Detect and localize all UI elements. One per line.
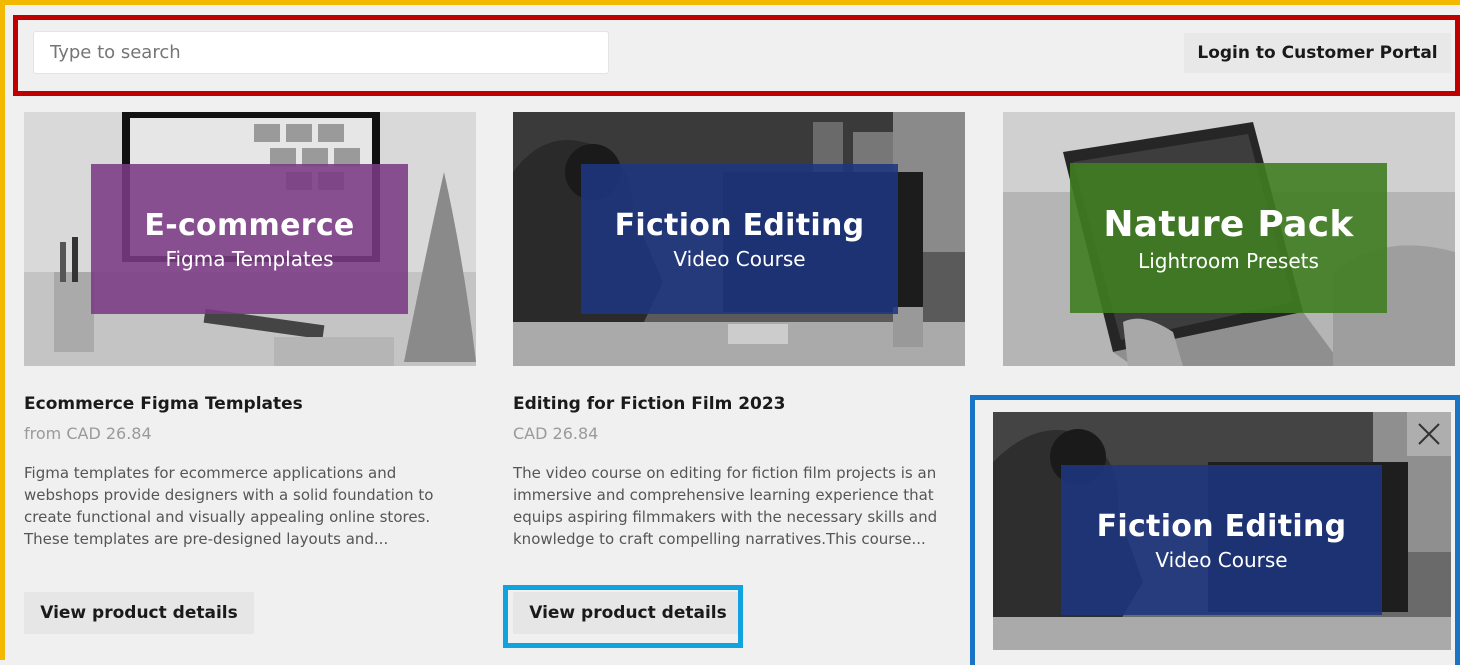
product-card-fiction-editing: Fiction Editing Video Course Editing for… (513, 112, 965, 634)
thumbnail-overlay: E-commerce Figma Templates (91, 164, 408, 314)
thumbnail-overlay: Nature Pack Lightroom Presets (1070, 163, 1387, 313)
product-thumbnail[interactable]: Fiction Editing Video Course (513, 112, 965, 366)
preview-popup[interactable]: Fiction Editing Video Course (993, 412, 1451, 650)
login-customer-portal-button[interactable]: Login to Customer Portal (1184, 33, 1451, 73)
thumbnail-subtitle: Lightroom Presets (1138, 248, 1319, 273)
product-name[interactable]: Editing for Fiction Film 2023 (513, 394, 786, 414)
view-product-details-button[interactable]: View product details (513, 592, 743, 634)
product-card-nature-pack: Nature Pack Lightroom Presets (1003, 112, 1455, 366)
thumbnail-title: E-commerce (144, 207, 355, 243)
product-thumbnail[interactable]: E-commerce Figma Templates (24, 112, 476, 366)
product-card-ecommerce: E-commerce Figma Templates Ecommerce Fig… (24, 112, 476, 634)
product-price: from CAD 26.84 (24, 424, 152, 443)
product-description: The video course on editing for fiction … (513, 464, 938, 548)
close-icon[interactable] (1407, 412, 1451, 456)
thumbnail-subtitle: Figma Templates (165, 246, 334, 271)
product-price: CAD 26.84 (513, 424, 599, 443)
product-name[interactable]: Ecommerce Figma Templates (24, 394, 303, 414)
view-product-details-button[interactable]: View product details (24, 592, 254, 634)
thumbnail-title: Nature Pack (1103, 203, 1354, 245)
preview-subtitle: Video Course (1155, 547, 1288, 572)
product-description: Figma templates for ecommerce applicatio… (24, 464, 434, 548)
search-input[interactable] (33, 31, 609, 74)
preview-overlay: Fiction Editing Video Course (1061, 465, 1382, 615)
product-thumbnail[interactable]: Nature Pack Lightroom Presets (1003, 112, 1455, 366)
thumbnail-overlay: Fiction Editing Video Course (581, 164, 898, 314)
thumbnail-subtitle: Video Course (673, 246, 806, 271)
preview-title: Fiction Editing (1096, 508, 1347, 544)
thumbnail-title: Fiction Editing (614, 207, 865, 243)
